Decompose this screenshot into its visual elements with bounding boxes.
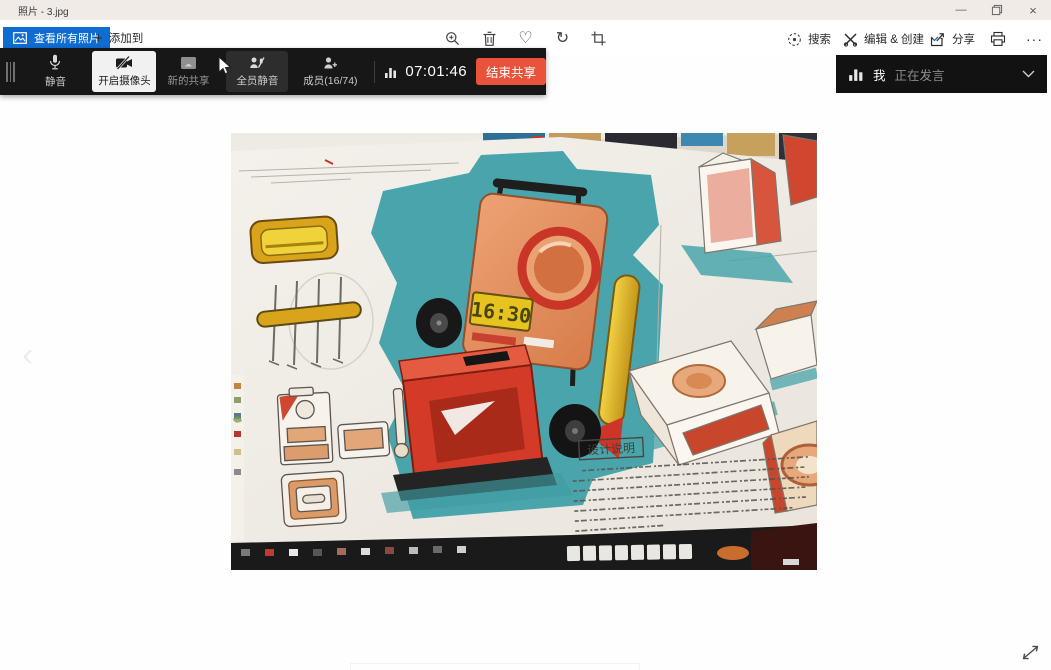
machine-panel: 16:30 [462,192,609,370]
yellow-detail-study [250,216,339,264]
share-timer: 07:01:46 [405,63,467,80]
printer-icon [990,31,1006,47]
favorite-button[interactable]: ♡ [517,30,534,47]
drag-handle[interactable] [6,62,15,82]
microphone-icon [48,54,62,71]
members-button[interactable]: 成员(16/74) [294,51,366,92]
crop-icon [591,31,606,46]
network-signal-icon [384,65,398,79]
maximize-button[interactable] [979,0,1015,20]
more-icon: ··· [1026,32,1043,46]
design-notes-title: 设计说明 [587,440,636,457]
left-wheel [416,298,462,348]
end-share-label: 结束共享 [486,62,536,81]
mouse-cursor [218,57,232,77]
speaking-status: 正在发言 [895,65,945,84]
share-screen-icon [180,56,197,70]
print-button[interactable] [990,29,1006,49]
edge-color-chart [231,375,244,541]
photo-image[interactable]: 16:30 [231,133,817,570]
toolbar-divider [374,61,375,83]
edit-create-icon [843,32,858,47]
crop-button[interactable] [590,30,607,47]
new-share-button[interactable]: 新的共享 [160,51,216,92]
camera-on-button[interactable]: 开启摄像头 [92,51,156,92]
mute-button[interactable]: 静音 [31,51,81,92]
add-to-button[interactable]: + 添加到 [94,27,143,49]
new-share-label: 新的共享 [167,73,209,88]
mute-label: 静音 [45,74,66,89]
edit-create-button[interactable]: 编辑 & 创建 [843,29,939,49]
edit-create-label: 编辑 & 创建 [864,31,924,47]
zoom-icon [445,31,461,47]
previous-photo-button[interactable]: ‹ [22,336,33,375]
mute-all-button[interactable]: 全员静音 [226,51,288,92]
members-label: 成员(16/74) [303,73,357,88]
camera-off-icon [115,56,133,70]
member-add-icon [322,56,338,70]
share-icon [930,32,946,47]
search-label: 搜索 [808,31,831,47]
speaker-name: 我 [873,65,886,84]
speaking-panel[interactable]: 我 正在发言 [836,55,1047,93]
camera-on-label: 开启摄像头 [98,73,151,88]
app-window: 照片 - 3.jpg — × 查看所有照片 + 添加到 [0,0,1051,670]
window-title: 照片 - 3.jpg [18,3,69,18]
restore-icon [991,4,1003,16]
filmstrip-edge [350,663,640,670]
share-label: 分享 [952,31,975,47]
delete-button[interactable] [481,30,498,47]
speaking-bars-icon [848,66,864,82]
mute-all-icon [249,56,265,70]
panel-chevron-down-icon[interactable] [1022,70,1035,78]
trash-icon [482,31,497,47]
zoom-button[interactable] [444,30,461,47]
end-share-button[interactable]: 结束共享 [476,58,546,85]
meeting-toolbar: 静音 开启摄像头 新的共享 全员静 [0,48,546,95]
photos-icon [13,32,27,44]
rotate-button[interactable]: ↻ [554,30,571,47]
window-controls: — × [943,0,1051,20]
close-button[interactable]: × [1015,0,1051,20]
search-icon [787,32,802,47]
titlebar: 照片 - 3.jpg — × [0,0,1051,20]
view-all-photos-label: 查看所有照片 [34,30,100,46]
expand-fullscreen-button[interactable] [1021,644,1040,661]
see-more-button[interactable]: ··· [1026,29,1043,49]
rotate-icon: ↻ [556,31,569,47]
plus-icon: + [94,31,103,46]
heart-icon: ♡ [518,31,532,47]
photo-viewer: ‹ [0,56,1051,670]
share-button[interactable]: 分享 [930,29,975,49]
mute-all-label: 全员静音 [236,73,278,88]
add-to-label: 添加到 [109,30,144,46]
minimize-button[interactable]: — [943,0,979,20]
search-button[interactable]: 搜索 [787,29,831,49]
design-sketch: 16:30 [231,133,817,570]
